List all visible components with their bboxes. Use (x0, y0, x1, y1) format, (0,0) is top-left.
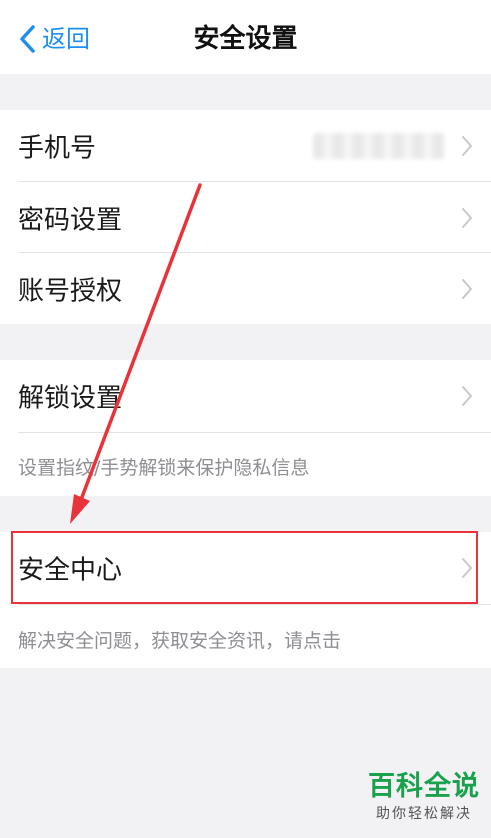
divider (18, 432, 491, 433)
watermark-subtitle: 助你轻松解决 (376, 806, 472, 822)
row-label: 解锁设置 (18, 383, 123, 414)
chevron-right-icon (462, 386, 472, 406)
chevron-right-icon (462, 279, 472, 299)
chevron-right-icon (462, 208, 472, 228)
security-center-group: 安全中心 解决安全问题，获取安全资讯，请点击 (0, 532, 491, 668)
divider (18, 604, 491, 605)
row-phone-number[interactable]: 手机号 (0, 110, 491, 182)
chevron-right-icon (462, 136, 472, 156)
row-account-authorization[interactable]: 账号授权 (0, 253, 491, 325)
page-title: 安全设置 (193, 24, 298, 54)
phone-number-masked-value (313, 133, 445, 159)
watermark-logo: 百科全说 助你轻松解决 (365, 770, 483, 832)
row-label: 手机号 (18, 133, 97, 164)
row-security-center[interactable]: 安全中心 (0, 532, 491, 604)
chevron-right-icon (462, 558, 472, 578)
unlock-settings-group: 解锁设置 设置指纹/手势解锁来保护隐私信息 (0, 360, 491, 496)
security-center-hint-text: 解决安全问题，获取安全资讯，请点击 (18, 630, 342, 652)
nav-bar: 返回 安全设置 (0, 0, 491, 74)
row-label: 密码设置 (18, 205, 123, 236)
row-password-settings[interactable]: 密码设置 (0, 182, 491, 254)
row-label: 账号授权 (18, 276, 123, 307)
watermark-title: 百科全说 (368, 771, 480, 802)
account-settings-group: 手机号 密码设置 账号授权 (0, 110, 491, 324)
row-unlock-settings[interactable]: 解锁设置 (0, 360, 491, 432)
row-label: 安全中心 (18, 555, 123, 586)
unlock-hint-text: 设置指纹/手势解锁来保护隐私信息 (18, 457, 310, 479)
